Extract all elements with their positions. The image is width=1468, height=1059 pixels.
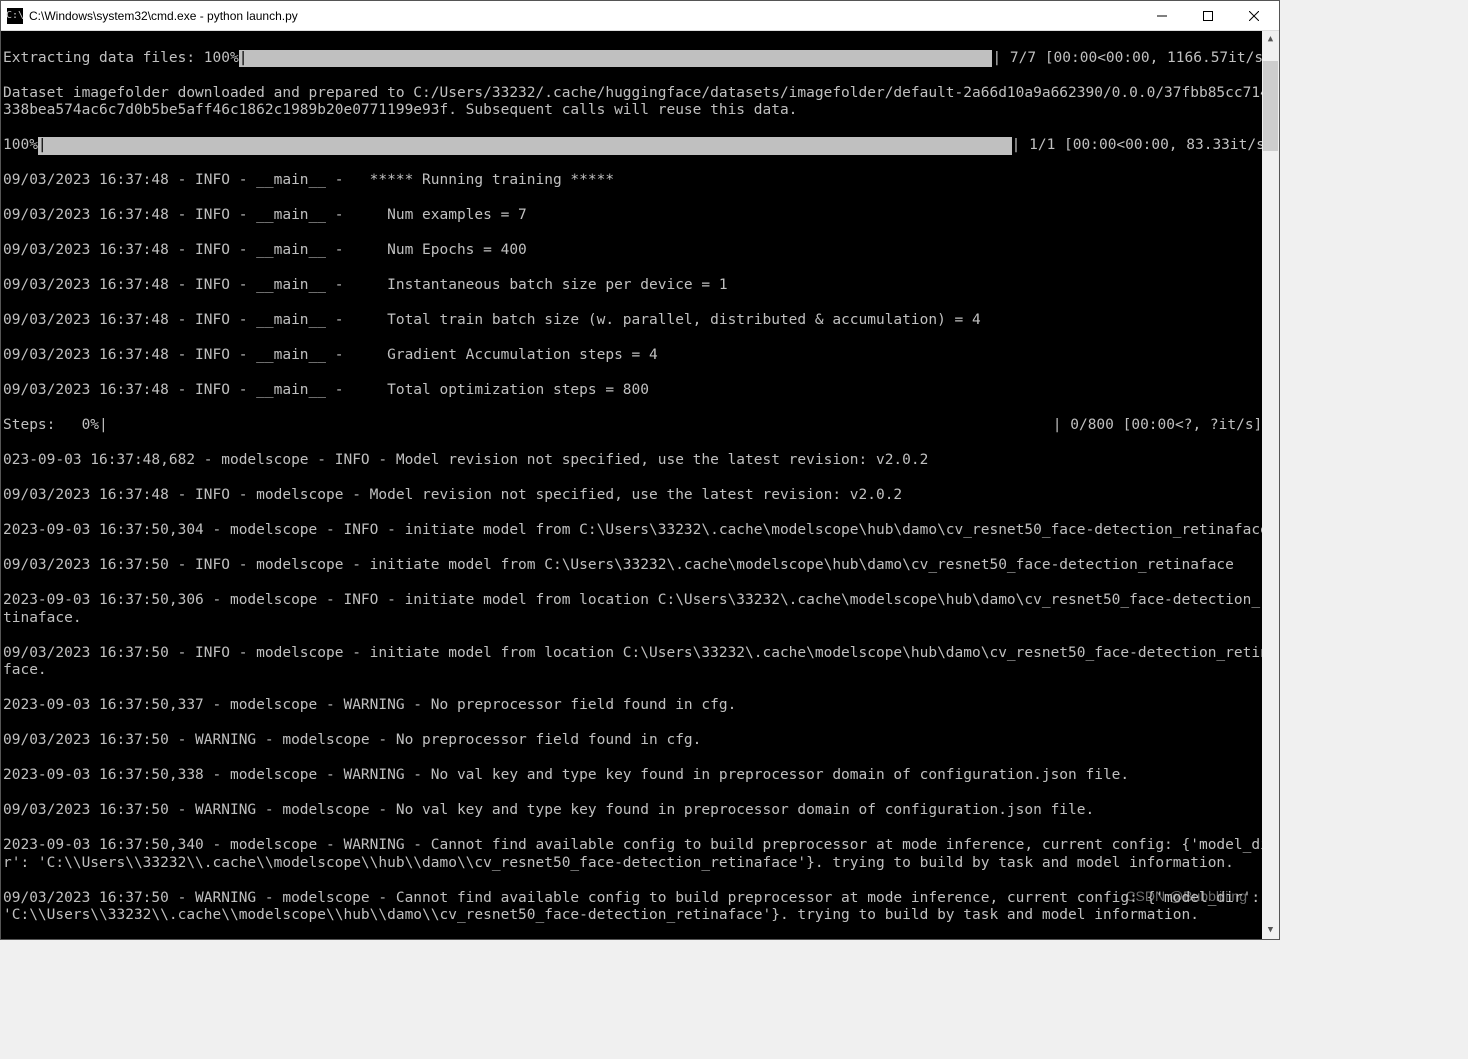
log-line: 09/03/2023 16:37:50 - INFO - modelscope …: [3, 645, 1279, 680]
scroll-up-icon[interactable]: ▲: [1262, 31, 1279, 48]
log-line: 09/03/2023 16:37:50 - WARNING - modelsco…: [3, 890, 1279, 925]
log-line: 2023-09-03 16:37:50,304 - modelscope - I…: [3, 522, 1279, 540]
progress-right: 1/1 [00:00<00:00, 83.33it/s]: [1029, 137, 1273, 155]
cmd-window: C:\ C:\Windows\system32\cmd.exe - python…: [0, 0, 1280, 940]
log-line: 09/03/2023 16:37:48 - INFO - __main__ - …: [3, 277, 1279, 295]
terminal-output[interactable]: Extracting data files: 100%| | 7/7 [00:0…: [1, 31, 1279, 939]
cmd-icon: C:\: [7, 8, 23, 24]
window-controls: [1139, 1, 1277, 31]
log-line: 09/03/2023 16:37:48 - INFO - __main__ - …: [3, 207, 1279, 225]
log-line: 09/03/2023 16:37:50 - INFO - modelscope …: [3, 557, 1279, 575]
log-line: 09/03/2023 16:37:50 - WARNING - modelsco…: [3, 802, 1279, 820]
scroll-thumb[interactable]: [1263, 61, 1278, 151]
log-line: 09/03/2023 16:37:48 - INFO - __main__ - …: [3, 347, 1279, 365]
progress-label: 100%: [3, 137, 38, 155]
scroll-down-icon[interactable]: ▼: [1262, 922, 1279, 939]
progress-bar: [47, 137, 1012, 155]
watermark: CSDN @Bubbliiiing: [1125, 888, 1247, 906]
title-bar[interactable]: C:\ C:\Windows\system32\cmd.exe - python…: [1, 1, 1279, 31]
log-line: 023-09-03 16:37:48,682 - modelscope - IN…: [3, 452, 1279, 470]
log-line: 2023-09-03 16:37:50,306 - modelscope - I…: [3, 592, 1279, 627]
log-line: 2023-09-03 16:37:50,337 - modelscope - W…: [3, 697, 1279, 715]
log-line: 09/03/2023 16:37:50 - WARNING - modelsco…: [3, 732, 1279, 750]
log-line: Dataset imagefolder downloaded and prepa…: [3, 85, 1279, 120]
progress-right: 7/7 [00:00<00:00, 1166.57it/s]: [1010, 50, 1272, 68]
progress-bar: [247, 50, 992, 68]
progress-bar: [108, 417, 1053, 435]
close-button[interactable]: [1231, 1, 1277, 31]
window-title: C:\Windows\system32\cmd.exe - python lau…: [29, 9, 1139, 23]
minimize-button[interactable]: [1139, 1, 1185, 31]
log-line: 09/03/2023 16:37:48 - INFO - __main__ - …: [3, 242, 1279, 260]
log-line: 09/03/2023 16:37:48 - INFO - modelscope …: [3, 487, 1279, 505]
log-line: 09/03/2023 16:37:48 - INFO - __main__ - …: [3, 382, 1279, 400]
log-line: 2023-09-03 16:37:50,338 - modelscope - W…: [3, 767, 1279, 785]
maximize-button[interactable]: [1185, 1, 1231, 31]
progress-label: Extracting data files: 100%: [3, 50, 239, 68]
log-line: 09/03/2023 16:37:48 - INFO - __main__ - …: [3, 172, 1279, 190]
log-line: 09/03/2023 16:37:48 - INFO - __main__ - …: [3, 312, 1279, 330]
log-line: 2023-09-03 16:37:50,340 - modelscope - W…: [3, 837, 1279, 872]
progress-label: Steps: 0%: [3, 417, 99, 435]
progress-right: 0/800 [00:00<?, ?it/s]2: [1070, 417, 1271, 435]
scrollbar[interactable]: ▲ ▼: [1262, 31, 1279, 939]
